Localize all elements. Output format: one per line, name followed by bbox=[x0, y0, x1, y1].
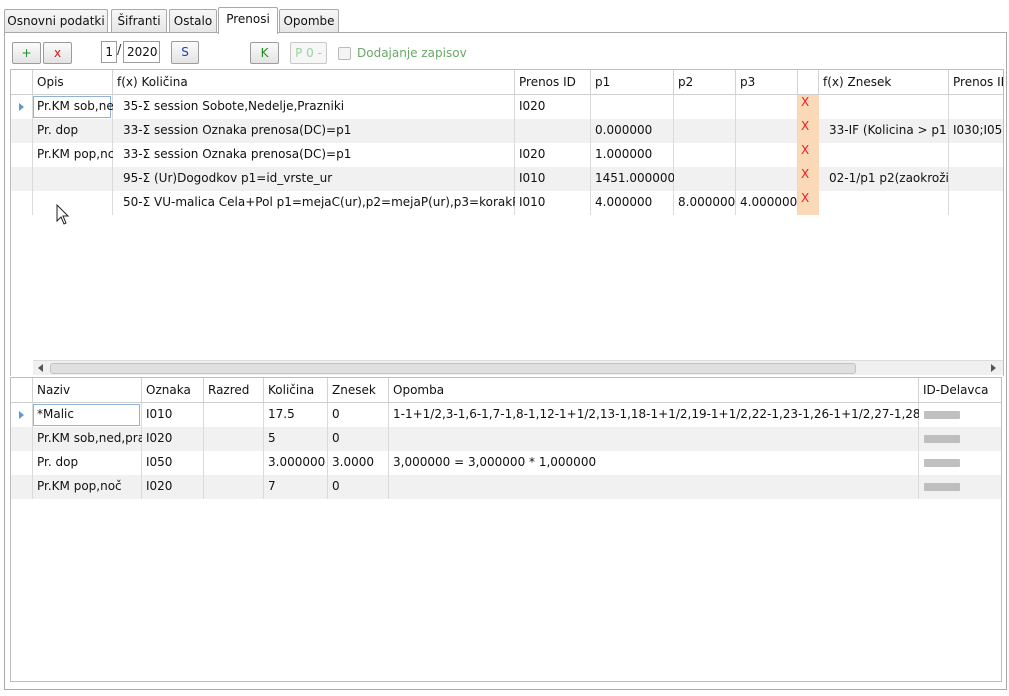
cell-oznaka[interactable]: I020 bbox=[142, 431, 204, 445]
delete-row-icon[interactable]: X bbox=[801, 167, 819, 181]
tab-sifranti[interactable]: Šifranti bbox=[111, 9, 167, 33]
cell-kolicina[interactable]: 5 bbox=[264, 431, 328, 445]
date-separator: / bbox=[117, 43, 122, 58]
cell-opomba[interactable]: 1-1+1/2,3-1,6-1,7-1,8-1,12-1+1/2,13-1,18… bbox=[389, 407, 919, 421]
scroll-left-icon[interactable] bbox=[38, 364, 43, 372]
cell-p1[interactable]: 4.000000 bbox=[591, 195, 674, 209]
cell-opomba[interactable]: 3,000000 = 3,000000 * 1,000000 bbox=[389, 455, 919, 469]
tab-osnovni-podatki[interactable]: Osnovni podatki bbox=[4, 9, 108, 33]
col-header-naziv[interactable]: Naziv bbox=[33, 378, 142, 403]
bottom-grid: Naziv Oznaka Razred Količina Znesek Opom… bbox=[10, 377, 1002, 682]
cell-prenos-id[interactable]: I010 bbox=[515, 195, 591, 209]
cell-naziv[interactable]: Pr.KM sob,ned,pra bbox=[33, 431, 142, 445]
delete-row-icon[interactable]: X bbox=[801, 191, 819, 205]
col-header-razred[interactable]: Razred bbox=[204, 378, 264, 403]
cell-p1[interactable]: 0.000000 bbox=[591, 123, 674, 137]
cell-prenos-id[interactable]: I020 bbox=[515, 99, 591, 113]
col-header-prenos-id[interactable]: Prenos ID bbox=[515, 70, 591, 95]
col-header-p1[interactable]: p1 bbox=[591, 70, 674, 95]
top-grid: Opis f(x) Količina Prenos ID p1 p2 p3 f(… bbox=[10, 69, 1004, 376]
cell-p1[interactable]: 1451.000000 bbox=[591, 171, 674, 185]
redacted-id bbox=[924, 459, 960, 467]
cell-znesek[interactable]: 0 bbox=[328, 407, 389, 421]
cell-oznaka[interactable]: I010 bbox=[142, 407, 204, 421]
scrollbar-thumb[interactable] bbox=[50, 363, 856, 374]
cell-znesek[interactable]: 0 bbox=[328, 479, 389, 493]
cell-prenos-id-2[interactable]: I030;I05 bbox=[949, 123, 1003, 137]
cell-naziv[interactable]: Pr.KM pop,noč bbox=[33, 479, 142, 493]
redacted-id bbox=[924, 483, 960, 491]
cell-kolicina[interactable]: 95-Σ (Ur)Dogodkov p1=id_vrste_ur bbox=[119, 171, 513, 185]
col-header-kolicina[interactable]: f(x) Količina bbox=[113, 70, 515, 95]
cell-kolicina[interactable]: 17.5 bbox=[264, 407, 328, 421]
delete-row-icon[interactable]: X bbox=[801, 119, 819, 133]
col-header-opis[interactable]: Opis bbox=[33, 70, 113, 95]
k-button[interactable]: K bbox=[250, 42, 279, 64]
cell-naziv[interactable]: *Malic bbox=[33, 407, 142, 421]
dodajanje-checkbox[interactable] bbox=[338, 47, 351, 60]
col-header-znesek[interactable]: f(x) Znesek bbox=[819, 70, 949, 95]
cell-prenos-id[interactable]: I010 bbox=[515, 171, 591, 185]
dodajanje-label: Dodajanje zapisov bbox=[357, 46, 467, 60]
s-button[interactable]: S bbox=[171, 41, 199, 64]
cell-opis[interactable]: Pr.KM sob,ne bbox=[33, 99, 113, 113]
cell-znesek[interactable]: 02-1/p1 p2(zaokroži bbox=[825, 171, 949, 185]
cell-opis[interactable]: Pr. dop bbox=[33, 123, 113, 137]
tab-opombe[interactable]: Opombe bbox=[279, 9, 339, 33]
cell-naziv[interactable]: Pr. dop bbox=[33, 455, 142, 469]
col-header-id-delavca[interactable]: ID-Delavca bbox=[919, 378, 1001, 403]
tab-prenosi[interactable]: Prenosi bbox=[218, 7, 278, 34]
add-button[interactable]: + bbox=[12, 42, 41, 64]
cell-kolicina[interactable]: 35-Σ session Sobote,Nedelje,Prazniki bbox=[119, 99, 513, 113]
current-row-indicator-icon bbox=[19, 103, 24, 111]
cell-p2[interactable]: 8.000000 bbox=[674, 195, 736, 209]
scroll-right-icon[interactable] bbox=[991, 364, 996, 372]
cell-opis[interactable]: Pr.KM pop,nc bbox=[33, 147, 113, 161]
horizontal-scrollbar[interactable] bbox=[33, 360, 1003, 375]
cell-oznaka[interactable]: I050 bbox=[142, 455, 204, 469]
cell-oznaka[interactable]: I020 bbox=[142, 479, 204, 493]
cell-kolicina[interactable]: 50-Σ VU-malica Cela+Pol p1=mejaC(ur),p2=… bbox=[119, 195, 515, 209]
col-header-opomba[interactable]: Opomba bbox=[389, 378, 919, 403]
col-header-kolicina[interactable]: Količina bbox=[264, 378, 328, 403]
cell-prenos-id[interactable]: I020 bbox=[515, 147, 591, 161]
tab-ostalo[interactable]: Ostalo bbox=[169, 9, 217, 33]
col-header-p2[interactable]: p2 bbox=[674, 70, 736, 95]
month-input[interactable]: 1 bbox=[101, 41, 117, 63]
redacted-id bbox=[924, 411, 960, 419]
bottom-grid-corner bbox=[11, 378, 33, 403]
cell-kolicina[interactable]: 7 bbox=[264, 479, 328, 493]
cell-znesek[interactable]: 33-IF (Kolicina > p1 9 bbox=[825, 123, 949, 137]
mouse-cursor-icon bbox=[56, 204, 70, 225]
cell-znesek[interactable]: 3.0000 bbox=[328, 455, 389, 469]
col-header-oznaka[interactable]: Oznaka bbox=[142, 378, 204, 403]
cell-kolicina[interactable]: 33-Σ session Oznaka prenosa(DC)=p1 bbox=[119, 147, 513, 161]
cell-p1[interactable]: 1.000000 bbox=[591, 147, 674, 161]
delete-row-icon[interactable]: X bbox=[801, 143, 819, 157]
year-input[interactable]: 2020 bbox=[123, 41, 160, 63]
col-header-p3[interactable]: p3 bbox=[736, 70, 798, 95]
current-row-indicator-icon bbox=[19, 411, 24, 419]
cell-p3[interactable]: 4.000000 bbox=[736, 195, 798, 209]
cell-kolicina[interactable]: 33-Σ session Oznaka prenosa(DC)=p1 bbox=[119, 123, 513, 137]
grid-line bbox=[948, 95, 949, 215]
p0-button[interactable]: P 0 - bbox=[290, 42, 327, 64]
cell-kolicina[interactable]: 3.000000 bbox=[264, 455, 328, 469]
cell-znesek[interactable]: 0 bbox=[328, 431, 389, 445]
redacted-id bbox=[924, 435, 960, 443]
top-grid-corner bbox=[11, 70, 33, 95]
col-header-znesek[interactable]: Znesek bbox=[328, 378, 389, 403]
remove-button[interactable]: x bbox=[43, 42, 72, 64]
col-header-prenos-id-2[interactable]: Prenos ID bbox=[949, 70, 1003, 95]
delete-row-icon[interactable]: X bbox=[801, 95, 819, 109]
col-header-x[interactable] bbox=[798, 70, 819, 95]
